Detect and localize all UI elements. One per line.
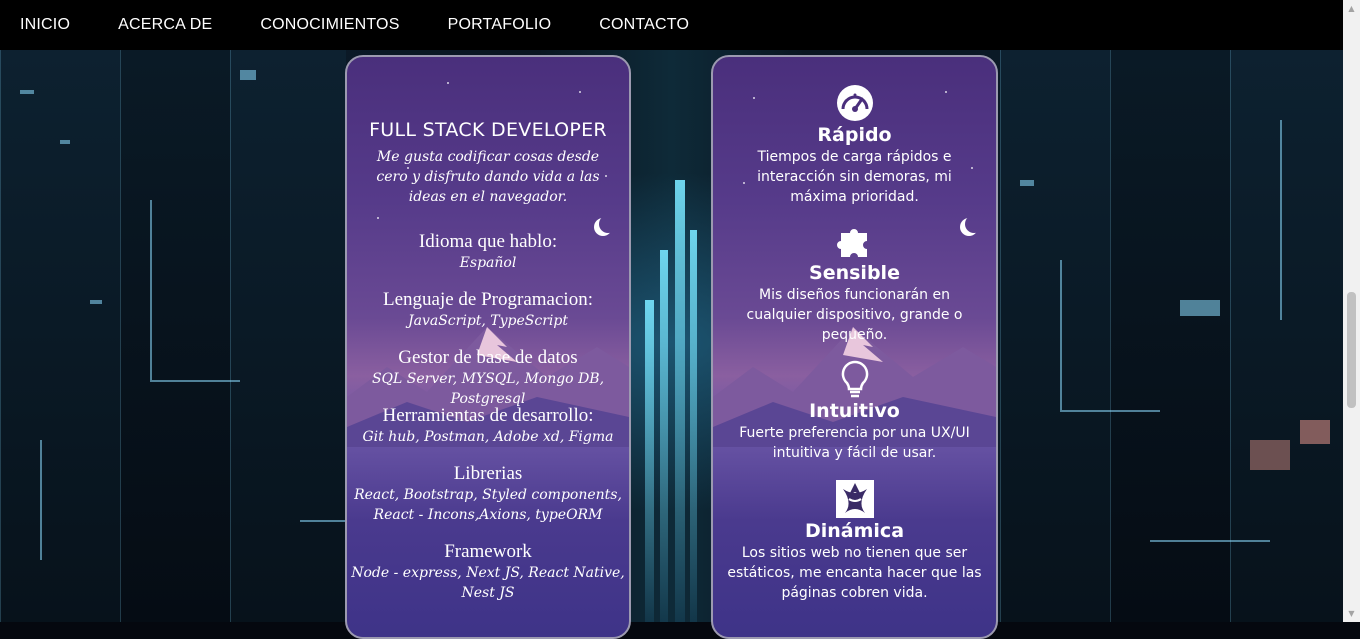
feature-text: Los sitios web no tienen que ser estátic… xyxy=(727,545,982,601)
feature-rapido: Rápido Tiempos de carga rápidos e intera… xyxy=(713,83,996,207)
info-item-herramientas: Herramientas de desarrollo: Git hub, Pos… xyxy=(347,405,629,447)
page-scrollbar[interactable]: ▲ ▼ xyxy=(1343,0,1360,622)
top-nav: INICIO ACERCA DE CONOCIMIENTOS PORTAFOLI… xyxy=(0,0,1343,50)
card-description: Me gusta codificar cosas desde cero y di… xyxy=(376,149,600,205)
info-heading: Librerias xyxy=(453,463,523,484)
nav-link-conocimientos[interactable]: CONOCIMIENTOS xyxy=(260,16,399,34)
info-heading: Framework xyxy=(444,541,532,562)
rocket-icon xyxy=(835,480,874,518)
scroll-down-arrow-icon[interactable]: ▼ xyxy=(1343,605,1360,622)
feature-heading: Sensible xyxy=(809,262,900,284)
info-item-framework: Framework Node - express, Next JS, React… xyxy=(347,541,629,603)
speedometer-icon xyxy=(836,85,873,121)
info-item-librerias: Librerias React, Bootstrap, Styled compo… xyxy=(347,463,629,525)
card-title: FULL STACK DEVELOPER xyxy=(369,119,607,141)
feature-text: Mis diseños funcionarán en cualquier dis… xyxy=(746,287,963,343)
feature-intuitivo: Intuitivo Fuerte preferencia por una UX/… xyxy=(713,359,996,463)
info-value: SQL Server, MYSQL, Mongo DB, Postgresql xyxy=(371,371,605,407)
nav-link-portafolio[interactable]: PORTAFOLIO xyxy=(448,16,552,34)
scroll-up-arrow-icon[interactable]: ▲ xyxy=(1343,0,1360,17)
info-item-lenguaje: Lenguaje de Programacion: JavaScript, Ty… xyxy=(347,289,629,331)
info-value: Español xyxy=(459,255,517,271)
info-value: Node - express, Next JS, React Native, N… xyxy=(351,565,625,601)
lightbulb-icon xyxy=(841,360,868,398)
puzzle-icon xyxy=(836,229,867,257)
feature-heading: Dinámica xyxy=(804,520,905,542)
info-value: React, Bootstrap, Styled components, Rea… xyxy=(354,487,622,523)
feature-sensible: Sensible Mis diseños funcionarán en cual… xyxy=(713,221,996,345)
nav-link-inicio[interactable]: INICIO xyxy=(20,16,70,34)
developer-info-card: FULL STACK DEVELOPER Me gusta codificar … xyxy=(345,55,631,639)
info-value: Git hub, Postman, Adobe xd, Figma xyxy=(362,429,614,445)
feature-dinamica: Dinámica Los sitios web no tienen que se… xyxy=(713,479,996,603)
info-heading: Idioma que hablo: xyxy=(418,231,558,252)
features-card: Rápido Tiempos de carga rápidos e intera… xyxy=(711,55,998,639)
nav-link-acerca-de[interactable]: ACERCA DE xyxy=(118,16,212,34)
info-value: JavaScript, TypeScript xyxy=(408,313,568,329)
scroll-thumb[interactable] xyxy=(1347,292,1356,408)
feature-heading: Rápido xyxy=(817,124,892,146)
feature-heading: Intuitivo xyxy=(809,400,900,422)
info-heading: Lenguaje de Programacion: xyxy=(383,289,593,310)
info-item-base-datos: Gestor de base de datos SQL Server, MYSQ… xyxy=(347,347,629,409)
info-item-idioma: Idioma que hablo: Español xyxy=(347,231,629,273)
info-heading: Gestor de base de datos xyxy=(398,347,578,368)
background-city-image xyxy=(0,0,1343,622)
feature-text: Tiempos de carga rápidos e interacción s… xyxy=(757,149,952,205)
feature-text: Fuerte preferencia por una UX/UI intuiti… xyxy=(739,425,970,461)
info-heading: Herramientas de desarrollo: xyxy=(382,405,594,426)
nav-link-contacto[interactable]: CONTACTO xyxy=(599,16,689,34)
